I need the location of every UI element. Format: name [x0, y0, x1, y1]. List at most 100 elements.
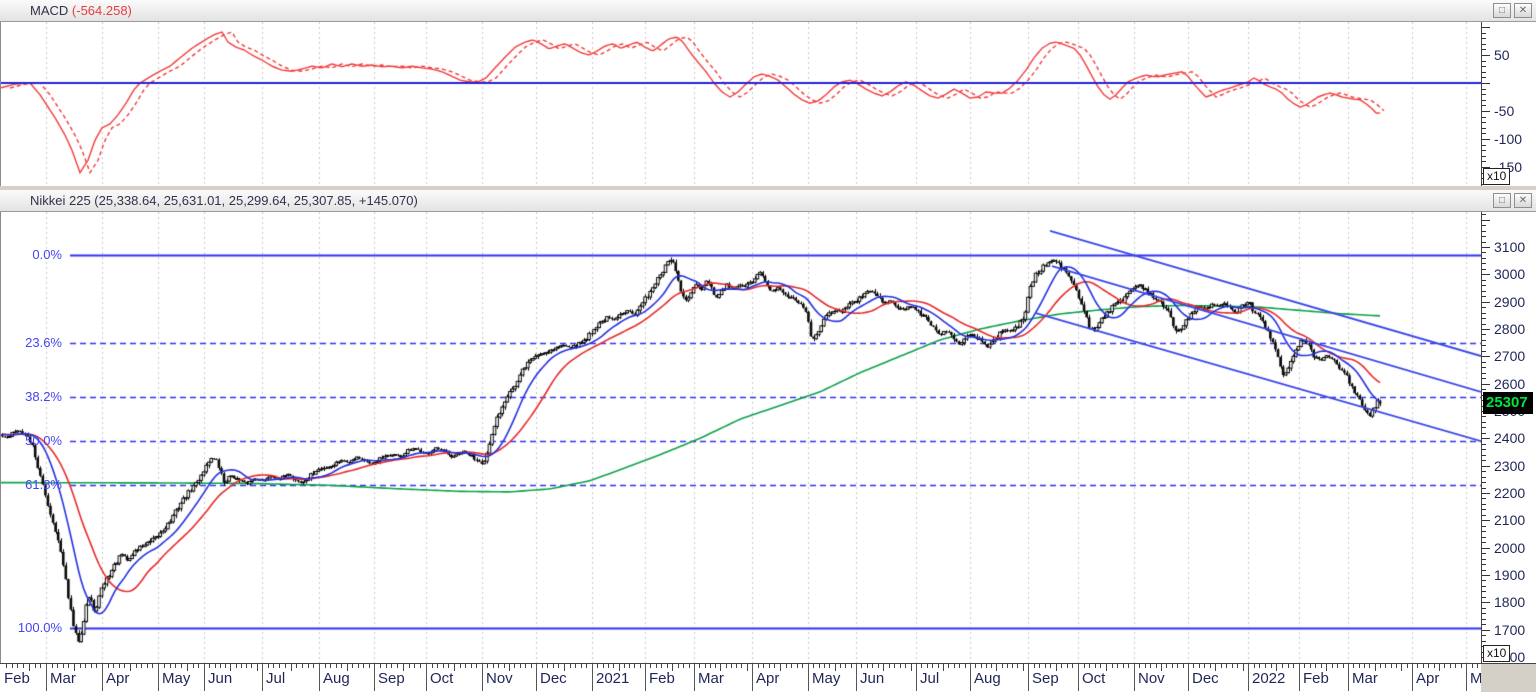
macd-plot-left-border — [0, 22, 1, 186]
y-axis-label: 1900 — [1494, 567, 1536, 583]
macd-value-axis[interactable]: 50-50-100-150 — [1481, 22, 1536, 186]
month-separator-tick — [1134, 664, 1135, 691]
time-axis-tick — [246, 664, 247, 668]
time-axis-tick — [581, 664, 582, 668]
time-axis-tick — [136, 664, 137, 668]
time-axis-tick — [68, 664, 69, 668]
month-separator-tick — [204, 664, 205, 691]
time-axis-tick — [921, 664, 922, 668]
month-label: May — [812, 670, 840, 687]
axis-tick — [1482, 591, 1486, 592]
month-label: Feb — [1303, 670, 1329, 687]
time-axis-tick — [802, 664, 803, 668]
macd-chart-canvas[interactable] — [0, 22, 1481, 186]
month-separator-tick — [752, 664, 753, 691]
time-axis-tick — [1288, 664, 1289, 668]
axis-tick — [1482, 340, 1486, 341]
time-axis-tick — [786, 664, 787, 668]
time-axis-tick — [553, 664, 554, 668]
time-axis-tick — [380, 664, 381, 668]
nikkei-chart-canvas[interactable] — [0, 212, 1481, 663]
y-axis-label: 2300 — [1494, 458, 1536, 474]
axis-tick — [1482, 504, 1486, 505]
time-axis-tick — [1123, 664, 1124, 668]
time-axis-tick — [325, 664, 326, 668]
time-axis-tick — [948, 664, 949, 668]
time-axis-tick — [911, 664, 912, 671]
time-axis-tick — [1380, 664, 1381, 668]
axis-tick — [1482, 302, 1490, 303]
time-axis-tick — [273, 664, 274, 668]
axis-tick — [1482, 493, 1490, 494]
time-axis-tick — [268, 664, 269, 668]
axis-tick — [1482, 624, 1486, 625]
macd-value-text: (-564.258) — [72, 3, 132, 18]
time-axis-tick — [774, 664, 775, 668]
macd-panel-titlebar[interactable]: MACD (-564.258) □ ✕ — [0, 0, 1536, 22]
time-axis-tick — [1423, 664, 1424, 668]
time-axis-tick — [1282, 664, 1283, 668]
time-axis-tick — [959, 664, 960, 668]
time-axis-tick — [1401, 664, 1402, 671]
axis-tick — [1482, 72, 1486, 73]
time-axis-tick — [894, 664, 895, 668]
y-axis-label: 2700 — [1494, 348, 1536, 364]
trading-app-window: MACD (-564.258) □ ✕ 50-50-100-150 x10 Ni… — [0, 0, 1536, 692]
month-label: May — [162, 670, 190, 687]
macd-chart-area[interactable] — [0, 22, 1481, 186]
month-separator-tick — [1299, 664, 1300, 691]
month-separator-tick — [1466, 664, 1467, 691]
y-axis-label: 3000 — [1494, 266, 1536, 282]
nikkei-chart-area[interactable]: 0.0%23.6%38.2%50.0%61.8%100.0% — [0, 212, 1481, 663]
y-axis-label: 2200 — [1494, 485, 1536, 501]
axis-tick — [1482, 156, 1486, 157]
time-axis-tick — [35, 664, 36, 668]
time-axis-tick — [531, 664, 532, 668]
time-axis-tick — [613, 664, 614, 668]
month-separator-tick — [1348, 664, 1349, 691]
close-icon[interactable]: ✕ — [1514, 193, 1532, 208]
time-axis-tick — [667, 664, 668, 668]
time-axis-scale[interactable]: FebMarAprMayJunJulAugSepOctNovDec2021Feb… — [0, 663, 1481, 692]
time-axis-tick — [1472, 664, 1473, 668]
axis-tick — [1482, 117, 1486, 118]
time-axis-tick — [336, 664, 337, 668]
time-axis-tick — [608, 664, 609, 668]
time-axis-tick — [1095, 664, 1096, 668]
axis-tick — [1482, 427, 1486, 428]
nikkei-panel-titlebar[interactable]: Nikkei 225 (25,338.64, 25,631.01, 25,299… — [0, 190, 1536, 212]
time-axis-tick — [181, 664, 182, 668]
y-axis-label: 3100 — [1494, 239, 1536, 255]
time-axis-tick — [1407, 664, 1408, 668]
time-axis-tick — [1204, 664, 1205, 668]
month-separator-tick — [46, 664, 47, 691]
time-axis-tick — [1061, 664, 1062, 668]
time-axis-tick — [296, 664, 297, 668]
time-axis-tick — [40, 664, 41, 668]
time-axis-tick — [1067, 664, 1068, 668]
month-label: Apr — [106, 670, 129, 687]
time-axis-tick — [1271, 664, 1272, 668]
time-axis[interactable]: FebMarAprMayJunJulAugSepOctNovDec2021Feb… — [0, 663, 1536, 692]
time-axis-tick — [1128, 664, 1129, 668]
close-icon[interactable]: ✕ — [1514, 3, 1532, 18]
time-axis-tick — [525, 664, 526, 668]
maximize-icon[interactable]: □ — [1493, 193, 1511, 208]
month-separator-tick — [592, 664, 593, 691]
maximize-icon[interactable]: □ — [1493, 3, 1511, 18]
axis-tick — [1482, 526, 1486, 527]
time-axis-tick — [829, 664, 830, 668]
time-axis-tick — [1017, 664, 1018, 668]
axis-tick — [1482, 548, 1490, 549]
axis-tick — [1482, 597, 1486, 598]
time-axis-tick — [460, 664, 461, 668]
axis-tick — [1482, 416, 1486, 417]
time-axis-tick — [1353, 664, 1354, 668]
fibonacci-level-label: 50.0% — [0, 433, 62, 449]
time-axis-tick — [1183, 664, 1184, 668]
time-axis-tick — [1391, 664, 1392, 668]
time-axis-tick — [965, 664, 966, 668]
month-separator-tick — [1078, 664, 1079, 691]
time-axis-tick — [1012, 664, 1013, 668]
nikkei-price-axis[interactable]: 3100300029002800270026002500240023002200… — [1481, 212, 1536, 663]
